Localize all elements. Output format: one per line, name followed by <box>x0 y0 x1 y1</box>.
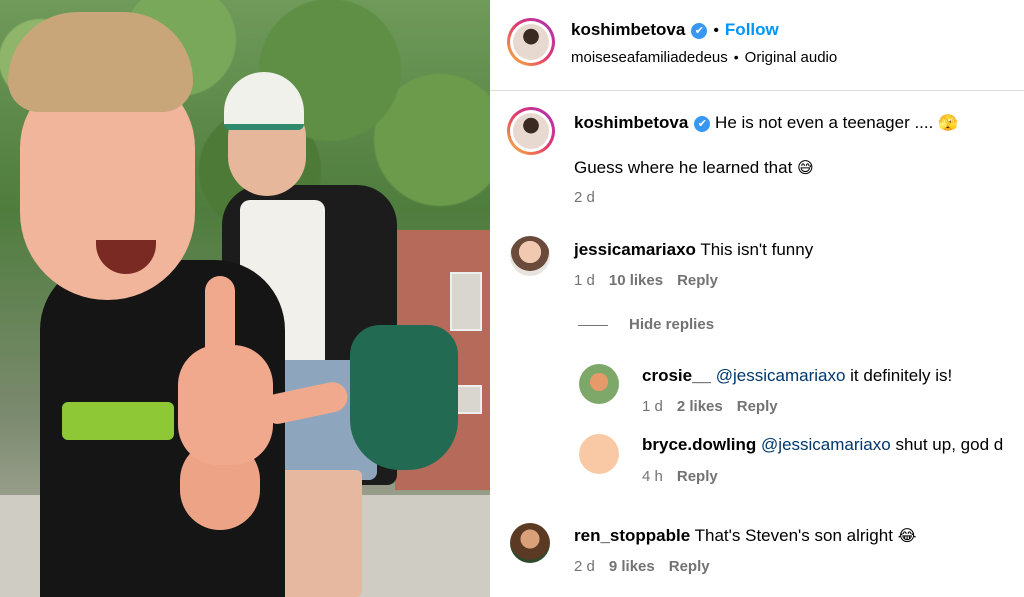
caption-line1: koshimbetova ✔ He is not even a teenager … <box>574 113 958 133</box>
reply-button[interactable]: Reply <box>677 272 718 289</box>
comment-likes[interactable]: 9 likes <box>609 558 655 575</box>
audio-row: moiseseafamiliadedeus • Original audio <box>571 49 837 66</box>
comment-avatar[interactable] <box>510 523 550 563</box>
reply-row: bryce.dowling @jessicamariaxo shut up, g… <box>642 435 1003 455</box>
kid-shirt-print <box>62 402 174 440</box>
comment-row: ren_stoppable That's Steven's son alrigh… <box>574 526 916 546</box>
reply-avatar[interactable] <box>579 364 619 404</box>
reply-text: it definitely is! <box>850 366 953 385</box>
hide-replies-button[interactable]: Hide replies <box>629 316 714 333</box>
caption-avatar[interactable] <box>507 107 555 155</box>
comment-text: This isn't funny <box>700 240 814 259</box>
reply-username[interactable]: bryce.dowling <box>642 435 756 454</box>
green-bag <box>350 325 458 470</box>
shy-face-emoji: 🫣 <box>938 115 959 132</box>
verified-icon: ✔ <box>694 116 711 132</box>
comment-time: 2 d <box>574 558 595 575</box>
sweat-smile-emoji: 😅 <box>797 160 814 177</box>
comment-avatar[interactable] <box>510 236 550 276</box>
post-media[interactable] <box>0 0 490 597</box>
reply-meta: 1 d 2 likes Reply <box>642 398 778 415</box>
reply-time: 4 h <box>642 468 663 485</box>
author-username[interactable]: koshimbetova <box>571 20 685 39</box>
audio-label[interactable]: Original audio <box>745 49 838 66</box>
caption-time: 2 d <box>574 189 595 206</box>
comments-panel: koshimbetova ✔ • Follow moiseseafamiliadede… <box>490 0 1024 597</box>
verified-icon: ✔ <box>691 23 708 39</box>
reply-mention[interactable]: @jessicamariaxo <box>761 435 891 454</box>
comment-text: That's Steven's son alright <box>694 526 893 545</box>
comment-row: jessicamariaxo This isn't funny <box>574 240 813 260</box>
separator-dot: • <box>733 49 739 65</box>
caption-text-2: Guess where he learned that <box>574 158 793 177</box>
comment-likes[interactable]: 10 likes <box>609 272 663 289</box>
comment-time: 1 d <box>574 272 595 289</box>
reply-button[interactable]: Reply <box>669 558 710 575</box>
follow-button[interactable]: Follow <box>725 20 779 39</box>
kid-finger <box>205 276 235 364</box>
laughing-emoji: 😂 <box>897 528 917 545</box>
kid-hand <box>178 345 273 465</box>
header-title-row: koshimbetova ✔ • Follow <box>571 20 779 40</box>
building-window <box>450 272 482 331</box>
reply-button[interactable]: Reply <box>677 468 718 485</box>
reply-avatar[interactable] <box>579 434 619 474</box>
reply-row: crosie__ @jessicamariaxo it definitely i… <box>642 366 952 386</box>
caption-text: He is not even a teenager .... <box>715 113 934 132</box>
post-header: koshimbetova ✔ • Follow moiseseafamiliadede… <box>490 0 1024 91</box>
replies-divider <box>578 325 608 326</box>
comment-meta: 2 d 9 likes Reply <box>574 558 710 575</box>
caption-username[interactable]: koshimbetova <box>574 113 688 132</box>
audio-username[interactable]: moiseseafamiliadedeus <box>571 49 728 66</box>
comment-meta: 1 d 10 likes Reply <box>574 272 718 289</box>
reply-likes[interactable]: 2 likes <box>677 398 723 415</box>
separator-dot: • <box>713 22 719 39</box>
reply-mention[interactable]: @jessicamariaxo <box>716 366 846 385</box>
caption-line2: Guess where he learned that 😅 <box>574 158 814 178</box>
reply-time: 1 d <box>642 398 663 415</box>
reply-button[interactable]: Reply <box>737 398 778 415</box>
comment-username[interactable]: jessicamariaxo <box>574 240 696 259</box>
reply-text: shut up, god d <box>895 435 1004 454</box>
woman-legs <box>272 470 362 597</box>
author-avatar[interactable] <box>507 18 555 66</box>
comment-username[interactable]: ren_stoppable <box>574 526 690 545</box>
reply-meta: 4 h Reply <box>642 468 718 485</box>
kid-hair <box>8 12 193 112</box>
reply-username[interactable]: crosie__ <box>642 366 711 385</box>
